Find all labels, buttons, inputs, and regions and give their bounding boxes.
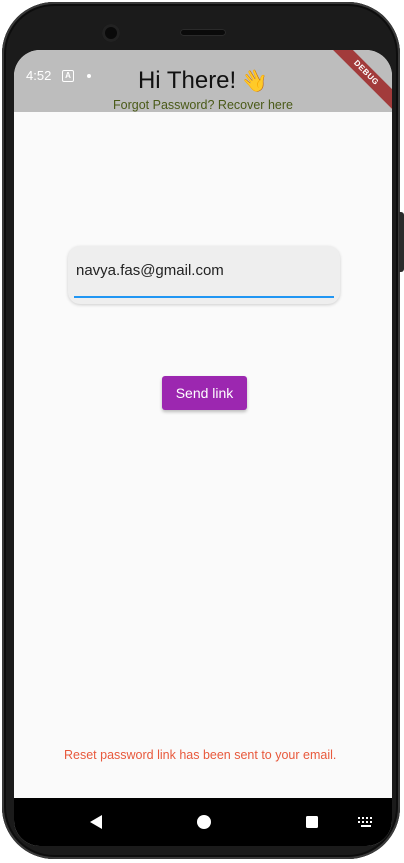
page-title: Hi There! — [137, 67, 237, 94]
phone-frame: 4:52 A Hi There! 👋 Forgot Password? Reco… — [2, 2, 404, 859]
email-field-container[interactable] — [68, 246, 340, 304]
system-nav-bar — [14, 798, 392, 846]
nav-keyboard-button[interactable] — [346, 798, 386, 846]
back-triangle-icon — [90, 815, 102, 829]
nav-back-button[interactable] — [76, 798, 116, 846]
waving-hand-icon: 👋 — [240, 68, 269, 93]
page-subtitle: Forgot Password? Recover here — [113, 98, 293, 112]
nav-recents-button[interactable] — [292, 798, 332, 846]
nav-home-button[interactable] — [184, 798, 224, 846]
screen: 4:52 A Hi There! 👋 Forgot Password? Reco… — [14, 50, 392, 846]
reset-confirmation-message: Reset password link has been sent to you… — [64, 748, 337, 762]
home-circle-icon — [197, 815, 211, 829]
app-bar: 4:52 A Hi There! 👋 Forgot Password? Reco… — [14, 50, 392, 121]
earpiece-speaker — [180, 29, 226, 36]
email-field[interactable] — [76, 258, 326, 282]
title-row: Hi There! 👋 — [14, 66, 392, 96]
power-button — [399, 212, 404, 272]
email-field-underline — [74, 296, 334, 298]
send-link-button[interactable]: Send link — [162, 376, 247, 410]
keyboard-icon — [358, 817, 372, 827]
recents-square-icon — [306, 816, 318, 828]
front-camera — [102, 24, 120, 42]
